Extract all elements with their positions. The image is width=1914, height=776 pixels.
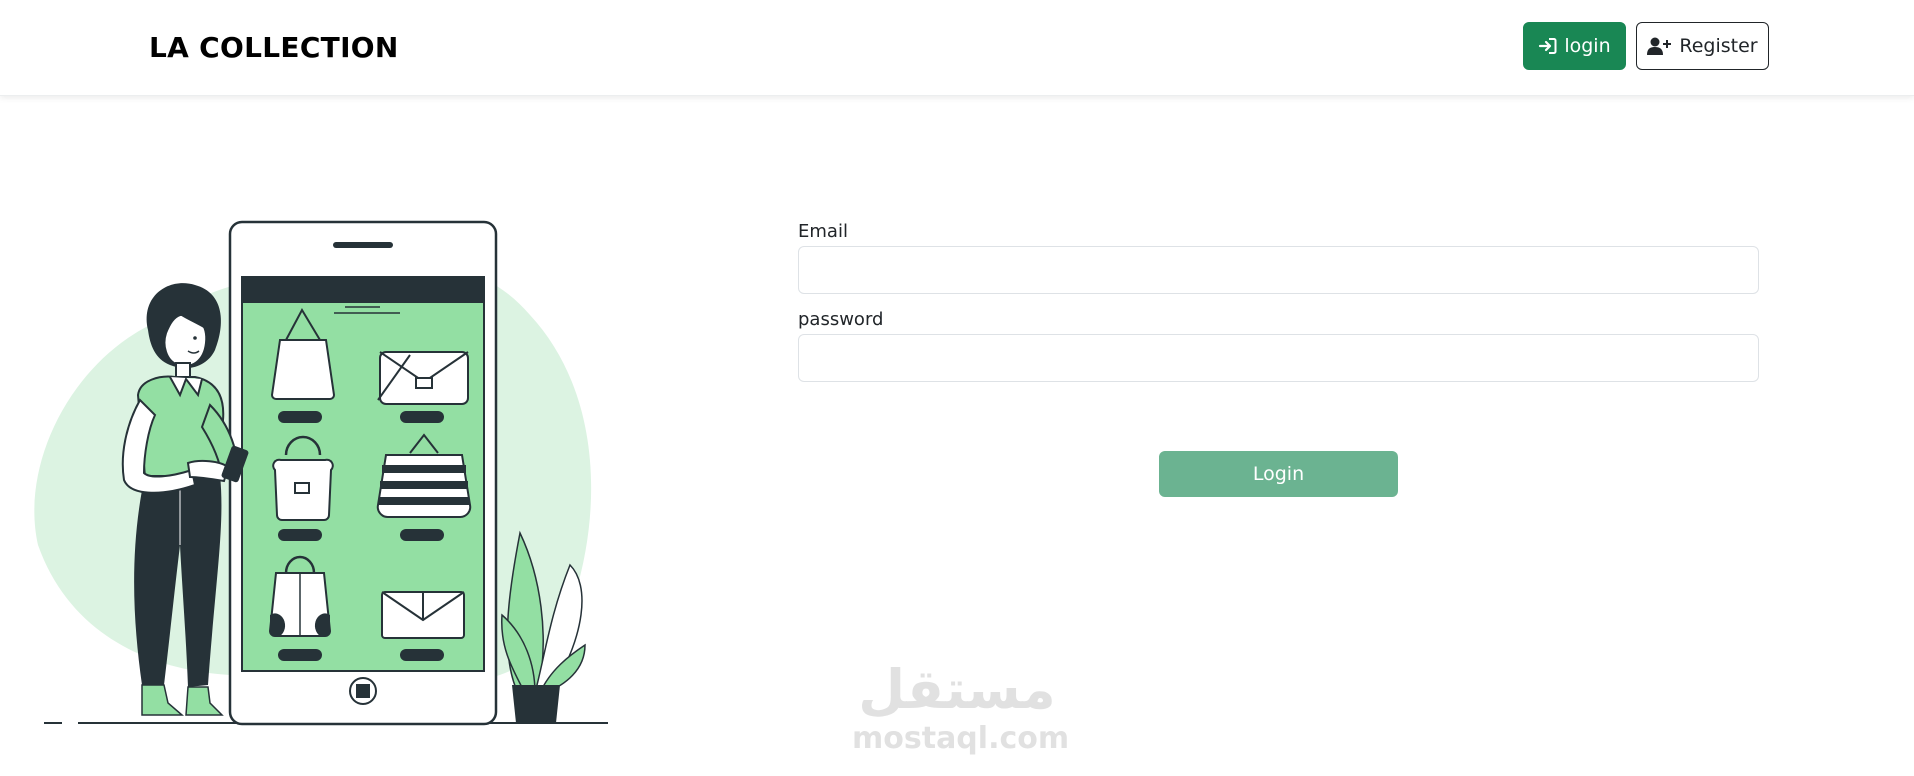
login-form: Email password [798,218,1759,394]
nav-register-button[interactable]: Register [1636,22,1769,70]
phone-illustration [228,220,498,726]
watermark-arabic: مستقل [858,658,1056,721]
nav-login-button[interactable]: login [1523,22,1626,70]
watermark-latin: mostaql.com [852,721,1070,756]
password-field[interactable] [798,334,1759,382]
password-label: password [798,309,884,330]
email-label: Email [798,221,848,242]
login-submit-button[interactable]: Login [1159,451,1398,497]
email-field[interactable] [798,246,1759,294]
nav-login-label: login [1564,35,1611,57]
brand-logo[interactable]: LA COLLECTION [149,28,399,68]
nav-register-label: Register [1679,35,1758,57]
sign-in-icon [1538,36,1558,56]
user-plus-icon [1647,36,1673,56]
watermark: مستقل mostaql.com [852,658,1070,760]
navbar: LA COLLECTION login Register [0,0,1914,96]
shopping-illustration [34,220,608,726]
